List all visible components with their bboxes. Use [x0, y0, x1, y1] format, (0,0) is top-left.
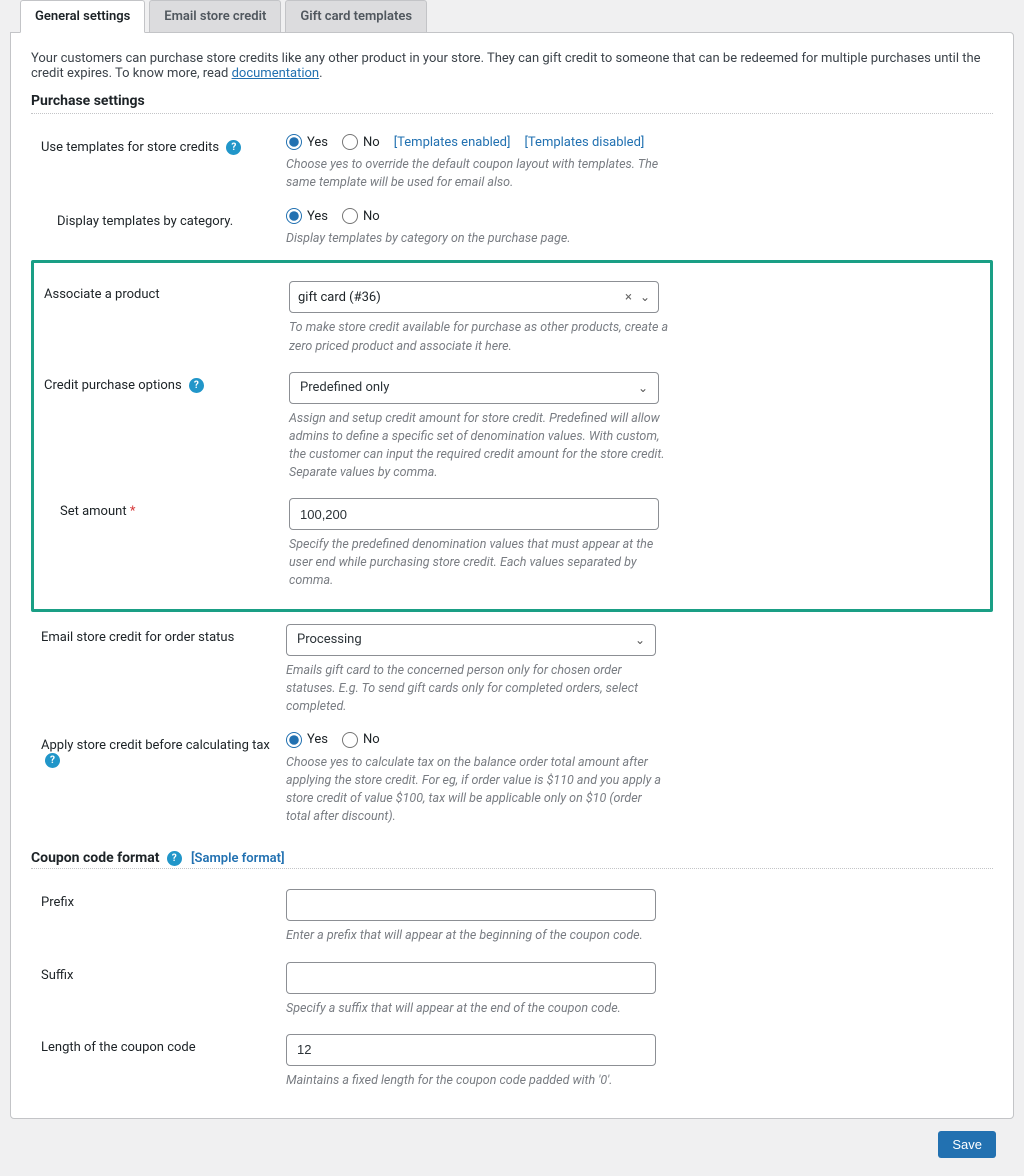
apply-tax-no-radio[interactable] [342, 732, 358, 748]
help-icon[interactable]: ? [167, 851, 182, 866]
use-templates-no[interactable]: No [342, 134, 380, 150]
purchase-settings-heading: Purchase settings [31, 93, 993, 109]
suffix-input[interactable] [286, 962, 656, 994]
suffix-desc: Specify a suffix that will appear at the… [286, 1000, 666, 1018]
yes-label: Yes [307, 732, 328, 747]
sample-format-link[interactable]: [Sample format] [191, 851, 285, 866]
documentation-link[interactable]: documentation [232, 66, 320, 81]
prefix-desc: Enter a prefix that will appear at the b… [286, 927, 666, 945]
use-templates-desc: Choose yes to override the default coupo… [286, 156, 666, 192]
apply-tax-yes[interactable]: Yes [286, 732, 328, 748]
intro-part1: Your customers can purchase store credit… [31, 51, 981, 81]
apply-tax-label: Apply store credit before calculating ta… [31, 732, 286, 768]
associate-product-label: Associate a product [34, 281, 289, 302]
templates-enabled-link[interactable]: [Templates enabled] [394, 135, 511, 150]
display-category-label: Display templates by category. [31, 208, 286, 229]
display-category-no[interactable]: No [342, 208, 380, 224]
no-label: No [363, 732, 380, 747]
credit-options-desc: Assign and setup credit amount for store… [289, 410, 669, 483]
associate-product-select[interactable]: gift card (#36) × ⌄ [289, 281, 659, 313]
clear-icon[interactable]: × [625, 290, 632, 305]
help-icon[interactable]: ? [45, 753, 60, 768]
email-status-value: Processing [297, 632, 362, 647]
length-input[interactable] [286, 1034, 656, 1066]
apply-tax-yes-radio[interactable] [286, 732, 302, 748]
use-templates-yes-radio[interactable] [286, 134, 302, 150]
tab-email-store-credit[interactable]: Email store credit [149, 0, 281, 33]
use-templates-no-radio[interactable] [342, 134, 358, 150]
display-category-no-radio[interactable] [342, 208, 358, 224]
associate-product-value: gift card (#36) [298, 290, 381, 305]
credit-options-label: Credit purchase options ? [34, 372, 289, 393]
length-label: Length of the coupon code [31, 1034, 286, 1055]
templates-disabled-link[interactable]: [Templates disabled] [524, 135, 644, 150]
use-templates-label-text: Use templates for store credits [41, 140, 219, 155]
no-label: No [363, 135, 380, 150]
apply-tax-desc: Choose yes to calculate tax on the balan… [286, 754, 666, 827]
help-icon[interactable]: ? [226, 140, 241, 155]
chevron-down-icon: ⌄ [638, 381, 648, 395]
apply-tax-no[interactable]: No [342, 732, 380, 748]
credit-options-select[interactable]: Predefined only ⌄ [289, 372, 659, 404]
set-amount-input[interactable] [289, 498, 659, 530]
email-status-select[interactable]: Processing ⌄ [286, 624, 656, 656]
credit-options-label-text: Credit purchase options [44, 378, 182, 393]
required-asterisk: * [130, 504, 136, 519]
display-category-yes[interactable]: Yes [286, 208, 328, 224]
email-status-label: Email store credit for order status [31, 624, 286, 645]
credit-options-value: Predefined only [300, 380, 389, 395]
highlight-box: Associate a product gift card (#36) × ⌄ … [31, 260, 993, 611]
chevron-down-icon[interactable]: ⌄ [640, 290, 650, 304]
prefix-input[interactable] [286, 889, 656, 921]
use-templates-yes[interactable]: Yes [286, 134, 328, 150]
set-amount-label-text: Set amount [60, 504, 127, 519]
set-amount-desc: Specify the predefined denomination valu… [289, 536, 669, 590]
use-templates-label: Use templates for store credits ? [31, 134, 286, 155]
display-category-desc: Display templates by category on the pur… [286, 230, 666, 248]
footer-bar: Save [10, 1119, 1014, 1166]
chevron-down-icon: ⌄ [635, 633, 645, 647]
length-desc: Maintains a fixed length for the coupon … [286, 1072, 666, 1090]
display-category-yes-radio[interactable] [286, 208, 302, 224]
divider [31, 868, 993, 869]
tab-general-settings[interactable]: General settings [20, 0, 145, 33]
email-status-desc: Emails gift card to the concerned person… [286, 662, 666, 716]
set-amount-label: Set amount * [34, 498, 289, 519]
associate-product-desc: To make store credit available for purch… [289, 319, 669, 355]
divider [31, 113, 993, 114]
coupon-format-heading: Coupon code format [31, 850, 160, 866]
save-button[interactable]: Save [938, 1131, 996, 1158]
tab-gift-card-templates[interactable]: Gift card templates [285, 0, 427, 33]
help-icon[interactable]: ? [189, 378, 204, 393]
intro-text: Your customers can purchase store credit… [31, 51, 993, 81]
intro-part2: . [319, 66, 322, 81]
apply-tax-label-text: Apply store credit before calculating ta… [41, 738, 270, 753]
no-label: No [363, 209, 380, 224]
yes-label: Yes [307, 135, 328, 150]
suffix-label: Suffix [31, 962, 286, 983]
settings-panel: Your customers can purchase store credit… [10, 32, 1014, 1119]
yes-label: Yes [307, 209, 328, 224]
prefix-label: Prefix [31, 889, 286, 910]
